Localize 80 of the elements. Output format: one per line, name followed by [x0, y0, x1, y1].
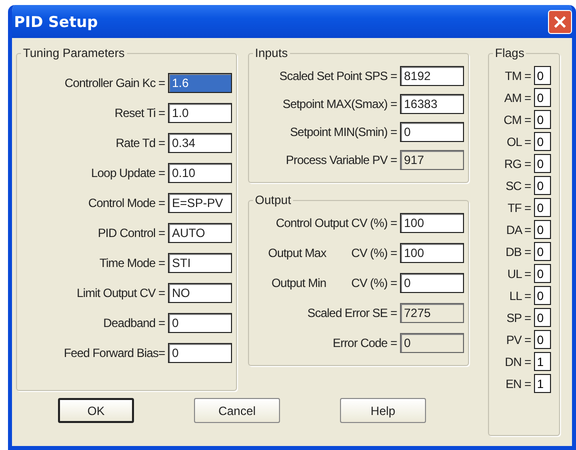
- flag-label: SC =: [506, 178, 531, 192]
- flag-label: CM =: [504, 112, 531, 126]
- input-field[interactable]: 0: [400, 122, 464, 142]
- flag-label: AM =: [504, 90, 531, 104]
- field-label: Setpoint MIN(Smin) =: [290, 125, 397, 139]
- group-title: Tuning Parameters: [22, 46, 126, 60]
- field-label: Limit Output CV =: [76, 286, 165, 300]
- input-field[interactable]: STI: [168, 253, 232, 273]
- flag-label: DA =: [506, 222, 531, 236]
- input-field[interactable]: AUTO: [168, 223, 232, 243]
- field-label: Scaled Set Point SPS =: [279, 69, 397, 83]
- flag-field[interactable]: 0: [534, 286, 551, 305]
- field-label: Error Code =: [332, 336, 397, 350]
- flag-field[interactable]: 1: [534, 352, 551, 371]
- flag-field[interactable]: 0: [534, 308, 551, 327]
- close-icon: [554, 16, 566, 28]
- flag-label: UL =: [507, 266, 531, 280]
- input-field[interactable]: 0: [168, 343, 232, 363]
- field-label: PID Control =: [98, 226, 165, 240]
- input-field[interactable]: 0: [400, 273, 464, 293]
- input-field[interactable]: 100: [400, 243, 464, 263]
- dialog-button[interactable]: Help: [340, 398, 426, 423]
- flag-label: OL =: [506, 134, 531, 148]
- flag-label: TM =: [504, 68, 531, 82]
- flag-label: DN =: [504, 354, 531, 368]
- flag-label: RG =: [504, 156, 531, 170]
- input-field[interactable]: 1.6: [168, 73, 232, 93]
- flag-label: DB =: [506, 244, 531, 258]
- field-label: Loop Update =: [91, 166, 165, 180]
- input-field[interactable]: E=SP-PV: [168, 193, 232, 213]
- field-label: CV (%) =: [351, 246, 397, 260]
- flag-field[interactable]: 0: [534, 198, 551, 217]
- group-title: Output: [254, 193, 292, 207]
- field-label: CV (%) =: [351, 276, 397, 290]
- window-title: PID Setup: [14, 12, 98, 30]
- flag-field[interactable]: 0: [534, 242, 551, 261]
- dialog-button[interactable]: OK: [58, 398, 134, 423]
- flag-field[interactable]: 0: [534, 154, 551, 173]
- input-field[interactable]: NO: [168, 283, 232, 303]
- flag-field[interactable]: 1: [534, 374, 551, 393]
- input-field[interactable]: 1.0: [168, 103, 232, 123]
- field-label: Control Mode =: [88, 196, 165, 210]
- flag-field[interactable]: 0: [534, 220, 551, 239]
- field-label: Rate Td =: [116, 136, 165, 150]
- input-field[interactable]: 0.10: [168, 163, 232, 183]
- field-label: Deadband =: [103, 316, 165, 330]
- field-label: Reset Ti =: [114, 106, 165, 120]
- input-field[interactable]: 0: [168, 313, 232, 333]
- flag-label: TF =: [508, 200, 531, 214]
- input-field[interactable]: 0.34: [168, 133, 232, 153]
- flag-label: SP =: [506, 310, 531, 324]
- flag-field[interactable]: 0: [534, 132, 551, 151]
- group-title: Inputs: [254, 46, 289, 60]
- flag-field[interactable]: 0: [534, 176, 551, 195]
- close-button[interactable]: [548, 10, 572, 34]
- flag-field[interactable]: 0: [534, 66, 551, 85]
- field-label: Process Variable PV =: [286, 153, 397, 167]
- flag-field[interactable]: 0: [534, 264, 551, 283]
- input-field[interactable]: 16383: [400, 94, 464, 114]
- field-label: Feed Forward Bias=: [64, 346, 165, 360]
- flag-field[interactable]: 0: [534, 88, 551, 107]
- field-label: Time Mode =: [99, 256, 165, 270]
- flag-label: LL =: [509, 288, 531, 302]
- group-title: Flags: [494, 46, 526, 60]
- flag-field[interactable]: 0: [534, 110, 551, 129]
- input-field[interactable]: 8192: [400, 66, 464, 86]
- field-label: Control Output CV (%) =: [276, 216, 397, 230]
- flag-label: PV =: [506, 332, 531, 346]
- input-field[interactable]: 917: [400, 150, 464, 170]
- field-label: Output Max: [268, 246, 326, 260]
- input-field[interactable]: 0: [400, 333, 464, 353]
- dialog-button[interactable]: Cancel: [194, 398, 280, 423]
- field-label: Output Min: [271, 276, 326, 290]
- field-label: Controller Gain Kc =: [64, 76, 165, 90]
- flag-label: EN =: [506, 376, 531, 390]
- input-field[interactable]: 7275: [400, 303, 464, 323]
- flag-field[interactable]: 0: [534, 330, 551, 349]
- input-field[interactable]: 100: [400, 213, 464, 233]
- field-label: Setpoint MAX(Smax) =: [282, 97, 397, 111]
- field-label: Scaled Error SE =: [307, 306, 397, 320]
